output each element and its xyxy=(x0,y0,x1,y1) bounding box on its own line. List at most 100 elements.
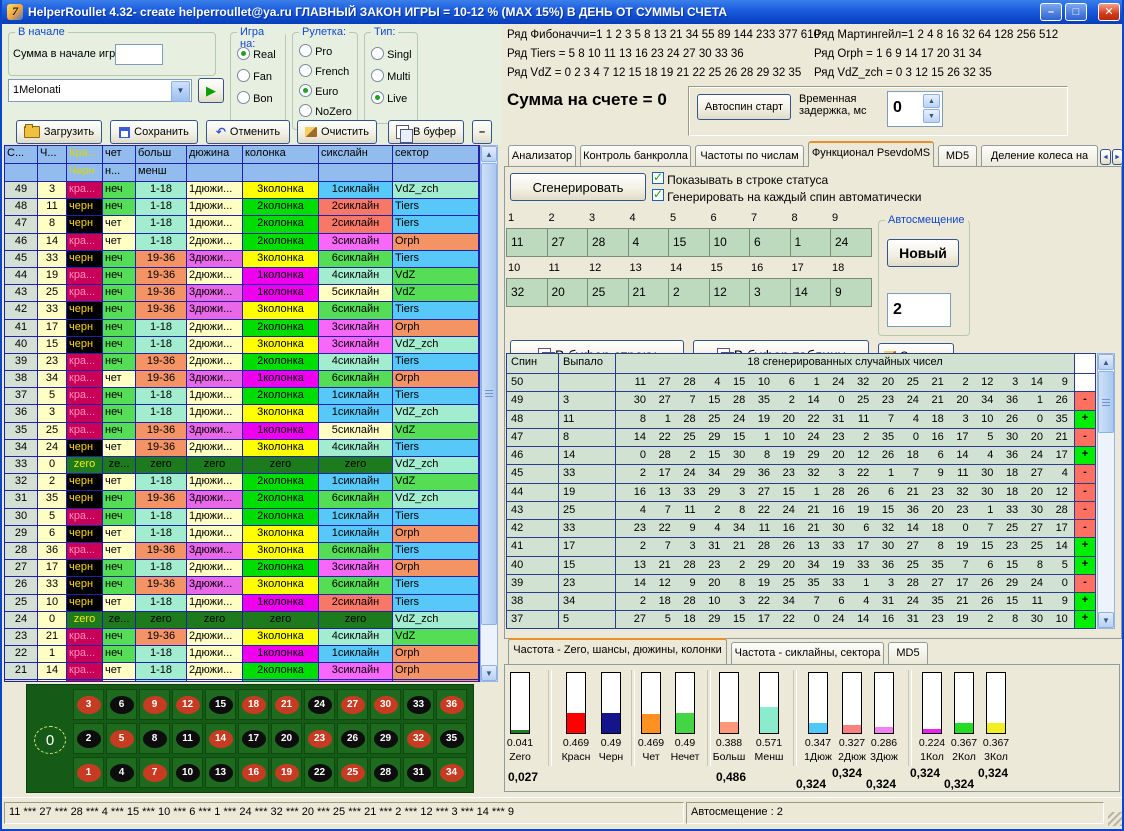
grid-value-cell[interactable]: 11 xyxy=(506,228,548,257)
generated-row[interactable]: 42332322943411162130632141807252717- xyxy=(507,520,1095,538)
table-row[interactable]: 3923кра...неч19-362дюжи...2колонка4сикла… xyxy=(5,354,479,371)
roulette-board[interactable]: 0369121518212427303336258111417202326293… xyxy=(26,684,474,793)
generated-row[interactable]: 47814222529151102423235016175302021- xyxy=(507,429,1095,447)
generated-row[interactable]: 46140282153081929201226186144362417+ xyxy=(507,447,1095,465)
checkbox-check-icon[interactable] xyxy=(652,172,664,184)
scroll-up-icon[interactable]: ▲ xyxy=(1098,354,1114,370)
autospin-start-button[interactable]: Автоспин старт xyxy=(697,94,791,120)
tab-6[interactable]: Деление колеса на xyxy=(981,145,1098,167)
radio-option-french[interactable]: French xyxy=(299,64,349,78)
board-cell-10[interactable]: 10 xyxy=(172,757,203,788)
grid-value-cell[interactable]: 12 xyxy=(709,278,751,307)
generated-row[interactable]: 40151321282322920341933362535761585+ xyxy=(507,557,1095,575)
board-cell-24[interactable]: 24 xyxy=(304,689,335,720)
history-scrollbar-thumb[interactable] xyxy=(481,163,497,625)
close-button[interactable]: ✕ xyxy=(1098,3,1120,21)
radio-icon[interactable] xyxy=(299,104,312,117)
scroll-up-icon[interactable]: ▲ xyxy=(481,146,497,162)
generated-row[interactable]: 43254711282224211619153620231333028- xyxy=(507,502,1095,520)
scroll-down-icon[interactable]: ▼ xyxy=(481,665,497,681)
board-cell-14[interactable]: 14 xyxy=(205,723,236,754)
grid-value-cell[interactable]: 6 xyxy=(749,228,791,257)
board-cell-1[interactable]: 1 xyxy=(73,757,104,788)
spinner-up-icon[interactable]: ▲ xyxy=(923,94,940,108)
generated-table-scrollbar[interactable]: ▲ ▼ xyxy=(1097,353,1115,629)
board-cell-16[interactable]: 16 xyxy=(238,757,269,788)
checkbox-check-icon[interactable] xyxy=(652,189,664,201)
radio-option-bon[interactable]: Bon xyxy=(237,91,273,105)
scroll-down-icon[interactable]: ▼ xyxy=(1098,612,1114,628)
table-row[interactable]: 296чернчет1-181дюжи...3колонка1сиклайнOr… xyxy=(5,526,479,543)
board-cell-2[interactable]: 2 xyxy=(73,723,104,754)
grid-value-cell[interactable]: 9 xyxy=(830,278,872,307)
board-cell-5[interactable]: 5 xyxy=(106,723,137,754)
to-buffer-button[interactable]: В буфер xyxy=(388,120,464,144)
board-cell-9[interactable]: 9 xyxy=(139,689,170,720)
board-cell-17[interactable]: 17 xyxy=(238,723,269,754)
radio-option-euro[interactable]: Euro xyxy=(299,84,338,98)
radio-icon[interactable] xyxy=(299,84,312,97)
table-row[interactable]: 3135черннеч19-363дюжи...2колонка6сиклайн… xyxy=(5,491,479,508)
board-cell-30[interactable]: 30 xyxy=(370,689,401,720)
board-cell-22[interactable]: 22 xyxy=(304,757,335,788)
grid-value-cell[interactable]: 25 xyxy=(587,278,629,307)
table-row[interactable]: 4614кра...чет1-182дюжи...2колонка3сиклай… xyxy=(5,234,479,251)
autoshift-value-input[interactable]: 2 xyxy=(887,293,951,327)
undo-button[interactable]: ↶Отменить xyxy=(206,120,290,144)
table-row[interactable]: 221кра...неч1-181дюжи...1колонка1сиклайн… xyxy=(5,646,479,663)
radio-icon[interactable] xyxy=(237,91,250,104)
radio-icon[interactable] xyxy=(237,69,250,82)
board-cell-32[interactable]: 32 xyxy=(403,723,434,754)
generated-row[interactable]: 411727331212826133317302781915232514+ xyxy=(507,538,1095,556)
auto-generate-checkbox[interactable]: Генерировать на каждый спин автоматическ… xyxy=(652,189,921,204)
table-row[interactable]: Чернн...менш xyxy=(5,164,479,182)
grid-value-cell[interactable]: 32 xyxy=(506,278,548,307)
board-cell-6[interactable]: 6 xyxy=(106,689,137,720)
tab-5[interactable]: MD5 xyxy=(938,145,977,167)
collapse-button[interactable]: – xyxy=(472,120,492,144)
grid-value-cell[interactable]: 10 xyxy=(709,228,751,257)
radio-option-real[interactable]: Real xyxy=(237,47,276,61)
freq-tab-2[interactable]: Частота - сиклайны, сектора xyxy=(731,642,884,664)
board-cell-25[interactable]: 25 xyxy=(337,757,368,788)
radio-option-fan[interactable]: Fan xyxy=(237,69,272,83)
grid-value-cell[interactable]: 21 xyxy=(628,278,670,307)
board-cell-35[interactable]: 35 xyxy=(436,723,467,754)
delay-spinner[interactable]: 0 ▲ ▼ xyxy=(887,91,943,127)
generated-row[interactable]: 4533217243429362332322179113018274- xyxy=(507,465,1095,483)
table-row[interactable]: 2510чернчет1-181дюжи...1колонка2сиклайнT… xyxy=(5,595,479,612)
run-profile-button[interactable]: ▶ xyxy=(198,78,224,103)
grid-value-cell[interactable]: 2 xyxy=(668,278,710,307)
tab-scroll-left-icon[interactable]: ◄ xyxy=(1100,149,1111,165)
generated-table[interactable]: СпинВыпало18 сгенерированных случайных ч… xyxy=(506,353,1096,629)
board-cell-26[interactable]: 26 xyxy=(337,723,368,754)
board-cell-zero[interactable]: 0 xyxy=(31,721,69,759)
board-cell-34[interactable]: 34 xyxy=(436,757,467,788)
generated-row[interactable]: 50112728415106124322025212123149 xyxy=(507,374,1095,392)
table-row[interactable]: 2717черннеч1-182дюжи...2колонка3сиклайнO… xyxy=(5,560,479,577)
minimize-button[interactable]: – xyxy=(1040,3,1062,21)
board-cell-19[interactable]: 19 xyxy=(271,757,302,788)
table-row[interactable]: 3424чернчет19-362дюжи...3колонка4сиклайн… xyxy=(5,440,479,457)
radio-icon[interactable] xyxy=(237,47,250,60)
generated-row[interactable]: 3834218281032234764312435212615119+ xyxy=(507,593,1095,611)
tab-4[interactable]: Функционал PsevdoMS xyxy=(808,141,934,167)
radio-icon[interactable] xyxy=(371,47,384,60)
board-cell-27[interactable]: 27 xyxy=(337,689,368,720)
board-cell-36[interactable]: 36 xyxy=(436,689,467,720)
spinner-down-icon[interactable]: ▼ xyxy=(923,109,940,123)
table-row[interactable]: 330zeroze...zerozerozerozeroVdZ_zch xyxy=(5,457,479,474)
radio-option-nozero[interactable]: NoZero xyxy=(299,104,352,118)
generated-row[interactable]: 49330277152835214025232421203436126- xyxy=(507,392,1095,410)
board-cell-8[interactable]: 8 xyxy=(139,723,170,754)
grid-value-cell[interactable]: 28 xyxy=(587,228,629,257)
table-row[interactable]: 375кра...неч1-181дюжи...2колонка1сиклайн… xyxy=(5,388,479,405)
grid-value-cell[interactable]: 1 xyxy=(790,228,832,257)
tab-3[interactable]: Частоты по числам xyxy=(695,145,804,167)
table-row[interactable]: 2633черннеч19-363дюжи...3колонка6сиклайн… xyxy=(5,577,479,594)
board-cell-13[interactable]: 13 xyxy=(205,757,236,788)
table-row[interactable]: 478чернчет1-181дюжи...2колонка2сиклайнTi… xyxy=(5,216,479,233)
title-bar[interactable]: 7 HelperRoullet 4.32- create helperroull… xyxy=(2,0,1124,24)
board-cell-3[interactable]: 3 xyxy=(73,689,104,720)
table-row[interactable]: 305кра...неч1-181дюжи...2колонка1сиклайн… xyxy=(5,509,479,526)
